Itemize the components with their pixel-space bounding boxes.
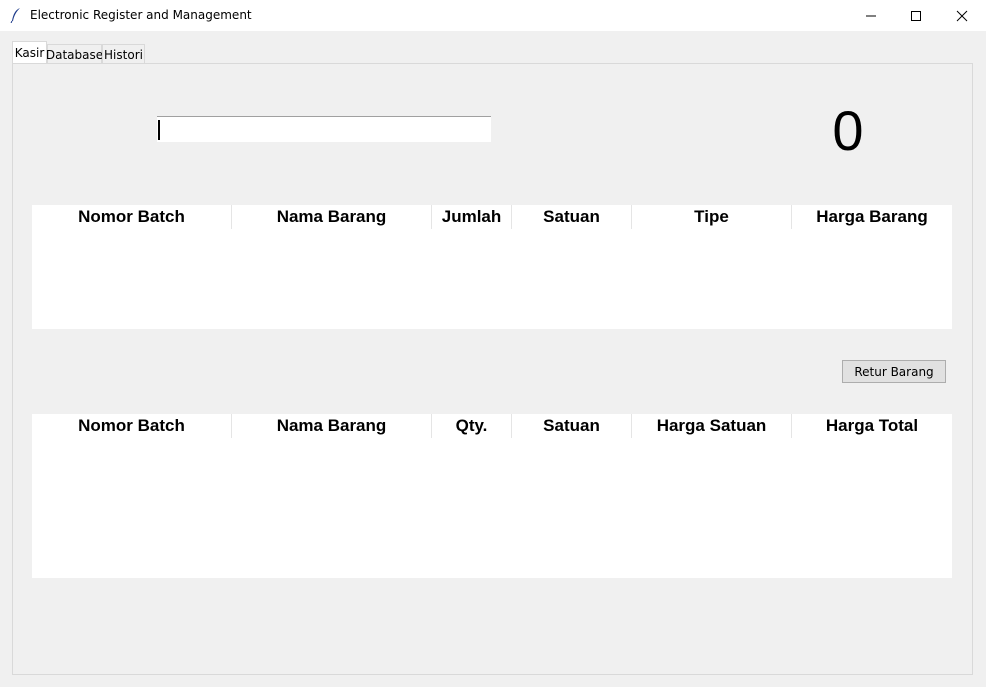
column-header[interactable]: Harga Satuan <box>632 414 792 438</box>
total-display: 0 <box>832 99 864 162</box>
maximize-icon <box>911 10 921 21</box>
column-header[interactable]: Qty. <box>432 414 512 438</box>
column-header[interactable]: Satuan <box>512 414 632 438</box>
items-table[interactable]: Nomor Batch Nama Barang Jumlah Satuan Ti… <box>32 205 952 329</box>
scan-input[interactable] <box>157 116 491 142</box>
column-header[interactable]: Nama Barang <box>232 414 432 438</box>
column-header[interactable]: Nomor Batch <box>32 205 232 229</box>
items-table-header: Nomor Batch Nama Barang Jumlah Satuan Ti… <box>32 205 952 229</box>
column-header[interactable]: Tipe <box>632 205 792 229</box>
feather-icon <box>10 8 20 23</box>
cart-table[interactable]: Nomor Batch Nama Barang Qty. Satuan Harg… <box>32 414 952 578</box>
column-header[interactable]: Harga Barang <box>792 205 952 229</box>
column-header[interactable]: Harga Total <box>792 414 952 438</box>
window-title: Electronic Register and Management <box>30 8 252 22</box>
title-bar: Electronic Register and Management <box>0 0 986 31</box>
tab-kasir[interactable]: Kasir <box>12 41 47 63</box>
text-cursor <box>158 120 160 140</box>
close-button[interactable] <box>939 0 985 31</box>
column-header[interactable]: Nama Barang <box>232 205 432 229</box>
cart-table-header: Nomor Batch Nama Barang Qty. Satuan Harg… <box>32 414 952 438</box>
column-header[interactable]: Jumlah <box>432 205 512 229</box>
tab-histori[interactable]: Histori <box>102 44 145 64</box>
tab-database[interactable]: Database <box>46 44 103 64</box>
column-header[interactable]: Nomor Batch <box>32 414 232 438</box>
retur-barang-button[interactable]: Retur Barang <box>842 360 946 383</box>
column-header[interactable]: Satuan <box>512 205 632 229</box>
minimize-icon <box>866 15 876 16</box>
minimize-button[interactable] <box>848 0 894 31</box>
maximize-button[interactable] <box>893 0 939 31</box>
close-icon <box>956 10 968 21</box>
